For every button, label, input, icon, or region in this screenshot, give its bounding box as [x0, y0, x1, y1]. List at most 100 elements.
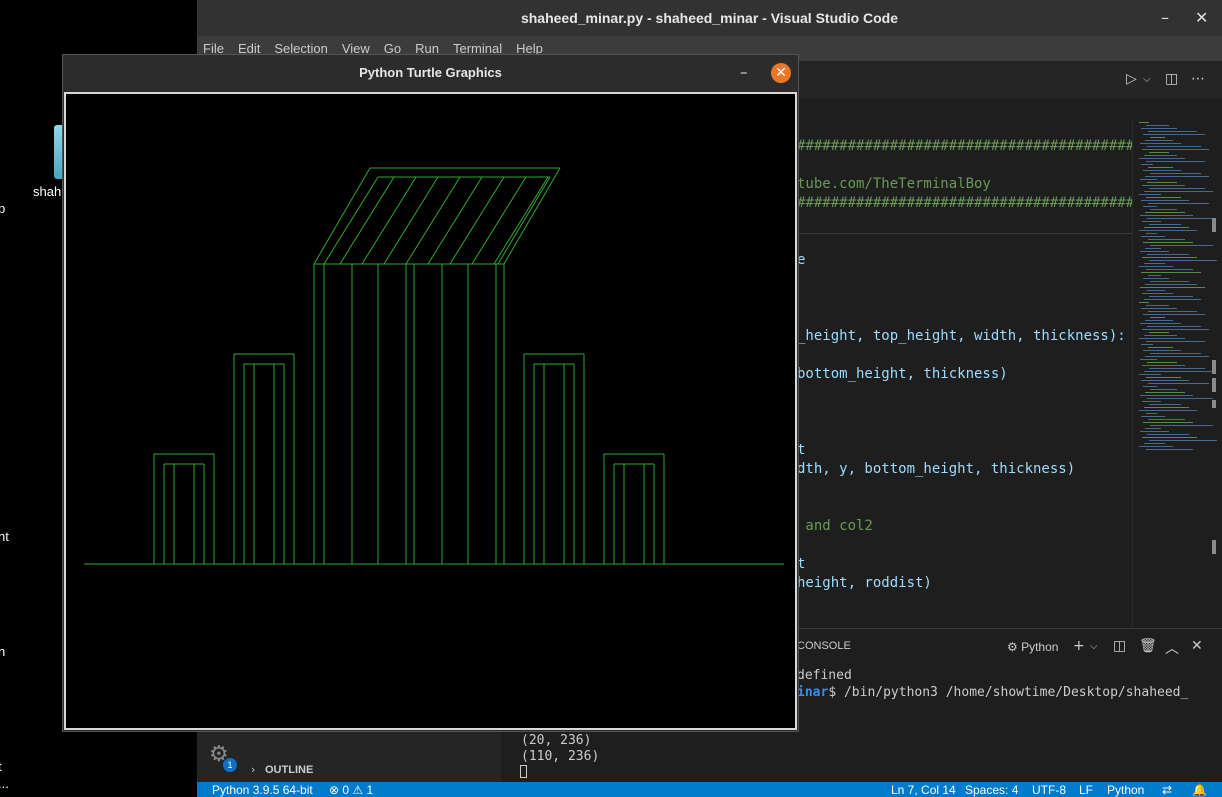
minimap-line [1144, 443, 1165, 444]
minimap-line [1148, 419, 1185, 420]
minimap-line [1143, 170, 1181, 171]
minimap-line [1139, 446, 1173, 447]
turtle-line [405, 176, 461, 265]
trash-icon[interactable]: 🗑 [1139, 638, 1157, 654]
minimap-line [1149, 296, 1193, 297]
close-panel-icon[interactable]: ✕ [1191, 638, 1203, 654]
minimap-line [1145, 212, 1185, 213]
desktop-label: t [0, 759, 2, 774]
minimap-line [1140, 323, 1181, 324]
indentation[interactable]: Spaces: 4 [965, 783, 1018, 797]
minimap-line [1144, 335, 1177, 336]
minimap-line [1150, 173, 1201, 174]
code-line: _height, top_height, width, thickness): [797, 328, 1126, 344]
minimap-line [1147, 434, 1189, 435]
minimap-line [1146, 197, 1181, 198]
minimap-line [1150, 353, 1201, 354]
split-editor-icon[interactable]: ◫ [1165, 71, 1178, 87]
minimap-line [1146, 161, 1205, 162]
minimap-line [1142, 221, 1161, 222]
sticky-scroll-divider [797, 233, 1132, 234]
status-bar: Python 3.9.5 64-bit ⊗ 0 ⚠ 1 Ln 7, Col 14… [197, 782, 1222, 797]
turtle-line [471, 176, 527, 265]
problems-count[interactable]: ⊗ 0 ⚠ 1 [329, 783, 373, 797]
minimap-line [1148, 203, 1209, 204]
split-terminal-icon[interactable]: ◫ [1113, 638, 1126, 654]
minimap-line [1141, 236, 1165, 237]
minimap-line [1143, 242, 1193, 243]
scrollbar-mark [1212, 360, 1216, 374]
turtle-line [313, 167, 371, 265]
minimap-line [1145, 320, 1173, 321]
scrollbar-mark [1212, 218, 1216, 232]
turtle-canvas[interactable] [64, 92, 797, 730]
minimap-line [1149, 368, 1205, 369]
cursor-position[interactable]: Ln 7, Col 14 [891, 783, 956, 797]
maximize-panel-icon[interactable]: ︿ [1165, 638, 1179, 658]
code-line: height, roddist) [797, 575, 932, 591]
minimap-line [1140, 431, 1169, 432]
minimap-line [1150, 281, 1189, 282]
scrollbar-mark [1212, 378, 1216, 392]
minimap-line [1149, 404, 1181, 405]
desktop-label[interactable]: shah [33, 184, 61, 199]
minimap-line [1144, 227, 1189, 228]
minimap[interactable] [1132, 118, 1222, 628]
encoding[interactable]: UTF-8 [1032, 783, 1066, 797]
add-terminal-icon[interactable]: + [1073, 638, 1085, 654]
minimap-line [1146, 125, 1169, 126]
terminal-selector[interactable]: ⚙ Python [1007, 640, 1058, 654]
minimap-line [1139, 374, 1161, 375]
minimap-line [1142, 401, 1161, 402]
code-line: and col2 [797, 518, 873, 534]
minimap-line [1148, 347, 1173, 348]
window-title: shaheed_minar.py - shaheed_minar - Visua… [520, 10, 899, 26]
outline-section-header[interactable]: OUTLINE [265, 764, 313, 776]
minimize-icon[interactable]: – [740, 63, 748, 81]
tab-debug-console[interactable]: CONSOLE [797, 640, 851, 652]
minimap-line [1144, 191, 1213, 192]
code-line: ########################################… [797, 195, 1132, 211]
terminal-language: Python [1021, 640, 1059, 654]
more-actions-icon[interactable]: ⋯ [1191, 71, 1205, 87]
code-line: ########################################… [797, 138, 1132, 154]
turtle-titlebar: Python Turtle Graphics – ✕ [63, 55, 798, 92]
minimap-line [1147, 182, 1177, 183]
minimap-line [1147, 254, 1189, 255]
minimap-line [1146, 269, 1193, 270]
minimap-line [1148, 311, 1197, 312]
close-icon[interactable]: ✕ [771, 63, 791, 83]
bell-icon[interactable]: 🔔 [1192, 783, 1207, 797]
minimap-line [1145, 248, 1161, 249]
minimap-line [1147, 218, 1213, 219]
line-ending[interactable]: LF [1079, 783, 1093, 797]
minimap-line [1149, 152, 1169, 153]
desktop-label: nt [0, 529, 9, 544]
minimap-line [1142, 149, 1209, 150]
minimap-line [1143, 422, 1193, 423]
minimap-line [1140, 179, 1157, 180]
minimap-line [1141, 128, 1177, 129]
chevron-down-icon[interactable]: ⌵ [1090, 641, 1098, 652]
turtle-line [427, 176, 483, 265]
feedback-icon[interactable]: ⇄ [1162, 783, 1172, 797]
language-mode[interactable]: Python [1107, 783, 1144, 797]
minimap-line [1150, 317, 1165, 318]
minimap-line [1143, 314, 1205, 315]
turtle-line [497, 176, 551, 265]
minimap-line [1141, 416, 1165, 417]
terminal-path: inar [797, 685, 829, 700]
desktop-label: n [0, 644, 6, 659]
chevron-right-icon[interactable]: › [251, 763, 255, 776]
close-icon[interactable]: ✕ [1195, 8, 1208, 28]
minimap-line [1141, 308, 1177, 309]
minimap-line [1144, 263, 1165, 264]
chevron-down-icon[interactable]: ⌵ [1143, 74, 1151, 85]
minimap-line [1149, 224, 1181, 225]
python-interpreter[interactable]: Python 3.9.5 64-bit [212, 783, 313, 797]
code-line: tube.com/TheTerminalBoy [797, 176, 991, 192]
run-icon[interactable]: ▷ [1126, 71, 1137, 87]
minimap-line [1149, 440, 1217, 441]
minimize-icon[interactable]: – [1161, 8, 1169, 28]
terminal-output: (110, 236) [521, 749, 600, 764]
